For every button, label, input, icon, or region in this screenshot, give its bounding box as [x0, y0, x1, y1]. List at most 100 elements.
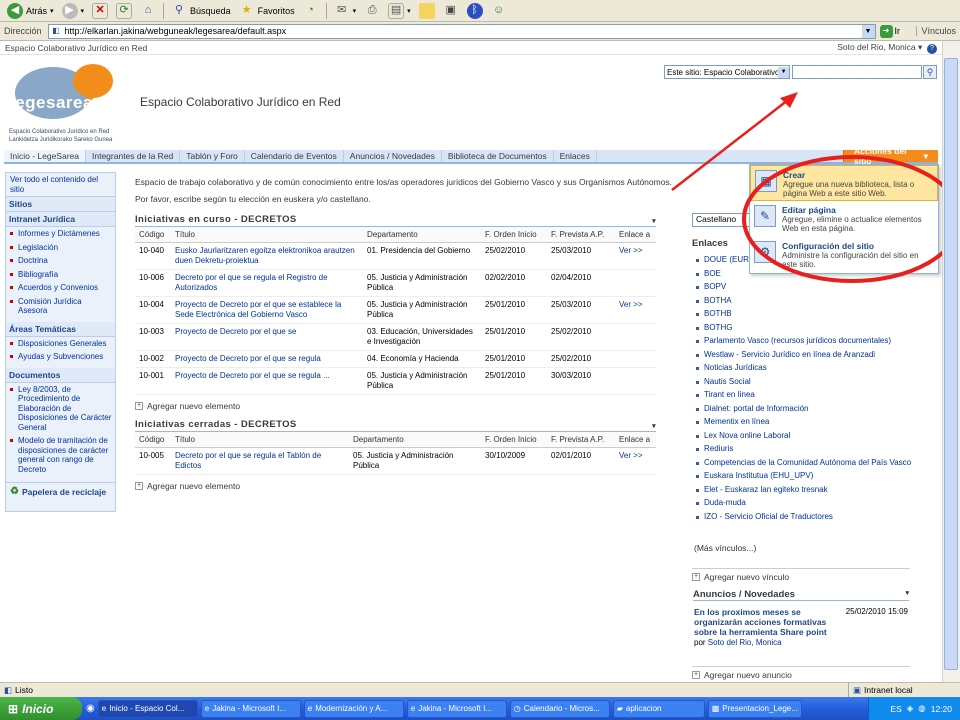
site-actions-button[interactable]: Acciones del sitio ▾	[843, 146, 938, 166]
search-button[interactable]: ⚲ Búsqueda	[168, 1, 234, 20]
webpart-menu-icon[interactable]: ▾	[905, 589, 909, 600]
recycle-bin-link[interactable]: ♻ Papelera de reciclaje	[6, 482, 115, 500]
more-links[interactable]: (Más vínculos...)	[694, 543, 756, 553]
list-item[interactable]: Tirant en línea	[693, 390, 913, 400]
menu-item-edit-page[interactable]: ✎ Editar página Agregue, elimine o actual…	[750, 201, 938, 237]
stop-button[interactable]: ✕	[89, 1, 111, 20]
nav-item-informes[interactable]: Informes y Dictámenes	[6, 227, 115, 241]
taskbar-item[interactable]: ◷ Calendario - Micros...	[509, 699, 610, 718]
nav-item-comision[interactable]: Comisión Jurídica Asesora	[6, 295, 115, 318]
list-item[interactable]: BOPV	[693, 282, 913, 292]
site-breadcrumb[interactable]: Espacio Colaborativo Jurídico en Red	[5, 43, 147, 53]
start-button[interactable]: ⊞ Inicio	[0, 697, 82, 720]
webpart-menu-icon[interactable]: ▾	[652, 217, 656, 225]
list-item[interactable]: Dialnet: portal de Información	[693, 404, 913, 414]
folder-button[interactable]	[416, 1, 438, 20]
list-item[interactable]: Lex Nova online Laboral	[693, 431, 913, 441]
quicklaunch-icon[interactable]: ◉	[86, 703, 95, 714]
tab-inicio[interactable]: Inicio - LegeSarea	[4, 150, 86, 162]
list-item[interactable]: Westlaw - Servicio Jurídico en línea de …	[693, 350, 913, 360]
column-header[interactable]: Departamento	[349, 432, 481, 448]
sites-heading[interactable]: Sitios	[6, 197, 115, 212]
nav-item-ley[interactable]: Ley 8/2003, de Procedimiento de Elaborac…	[6, 383, 115, 435]
view-all-content-link[interactable]: Ver todo el contenido del sitio	[6, 173, 115, 197]
taskbar-item[interactable]: e Modernización y A...	[303, 699, 404, 718]
tab-enlaces[interactable]: Enlaces	[554, 150, 597, 162]
nav-item-legislacion[interactable]: Legislación	[6, 241, 115, 255]
links-label[interactable]: Vínculos	[916, 26, 960, 36]
taskbar-item[interactable]: e Jakina - Microsoft I...	[200, 699, 301, 718]
column-header[interactable]: Código	[135, 227, 171, 243]
home-button[interactable]: ⌂	[137, 1, 159, 20]
print-button[interactable]: ⎙	[361, 1, 383, 20]
webpart-title[interactable]: Iniciativas en curso - DECRETOS	[135, 214, 297, 225]
list-item[interactable]: Euskara Institutua (EHU_UPV)	[693, 471, 913, 481]
column-header[interactable]: Título	[171, 432, 349, 448]
history-button[interactable]: ◔	[300, 1, 322, 20]
search-scope-select[interactable]: Este sitio: Espacio Colaborativo ▼	[664, 65, 790, 79]
tab-calendario[interactable]: Calendario de Eventos	[245, 150, 344, 162]
webpart-menu-icon[interactable]: ▾	[652, 422, 656, 430]
language-select[interactable]: Castellano	[692, 213, 750, 227]
column-header[interactable]: Departamento	[363, 227, 481, 243]
search-go-button[interactable]: ⚲	[923, 65, 937, 79]
nav-item-ayudas[interactable]: Ayudas y Subvenciones	[6, 350, 115, 364]
webpart-title[interactable]: Iniciativas cerradas - DECRETOS	[135, 419, 297, 430]
refresh-button[interactable]: ⟳	[113, 1, 135, 20]
tray-icon[interactable]: ◍	[918, 703, 925, 714]
add-announcement[interactable]: + Agregar nuevo anuncio	[692, 666, 910, 680]
list-item[interactable]: IZO - Servicio Oficial de Traductores	[693, 512, 913, 522]
intranet-heading[interactable]: Intranet Jurídica	[6, 212, 115, 227]
list-item[interactable]: BOTHB	[693, 309, 913, 319]
edit-button[interactable]: ▤ ▾	[385, 1, 414, 20]
list-item[interactable]: Duda-muda	[693, 498, 913, 508]
favorites-button[interactable]: ★ Favoritos	[236, 1, 298, 20]
taskbar-item[interactable]: e Inicio - Espacio Col...	[97, 699, 198, 718]
menu-item-create[interactable]: ▦ Crear Agregue una nueva biblioteca, lis…	[750, 165, 938, 201]
nav-item-doctrina[interactable]: Doctrina	[6, 254, 115, 268]
list-item[interactable]: BOTHG	[693, 323, 913, 333]
tab-biblioteca[interactable]: Biblioteca de Documentos	[442, 150, 554, 162]
list-item[interactable]: Noticias Jurídicas	[693, 363, 913, 373]
add-item-link[interactable]: + Agregar nuevo elemento	[135, 481, 656, 491]
research-button[interactable]: ▣	[440, 1, 462, 20]
nav-item-modelo[interactable]: Modelo de tramitación de disposiciones d…	[6, 434, 115, 476]
messenger-button[interactable]: ☺	[488, 1, 510, 20]
url-input[interactable]: ◧ http://elkarlan.jakina/webguneak/leges…	[47, 23, 876, 39]
column-header[interactable]: F. Prevista A.P.	[547, 227, 615, 243]
column-header[interactable]: Enlace a	[615, 227, 656, 243]
taskbar-item[interactable]: ▰ aplicacion	[612, 699, 705, 718]
mail-button[interactable]: ✉ ▾	[331, 1, 360, 20]
column-header[interactable]: F. Prevista A.P.	[547, 432, 615, 448]
column-header[interactable]: Código	[135, 432, 171, 448]
column-header[interactable]: Enlace a	[615, 432, 656, 448]
forward-button[interactable]: ▶ ▾	[59, 1, 88, 20]
add-link[interactable]: + Agregar nuevo vínculo	[692, 568, 910, 582]
list-item[interactable]: Competencias de la Comunidad Autónoma de…	[693, 458, 913, 468]
back-button[interactable]: ◀ Atrás ▾	[4, 1, 57, 20]
column-header[interactable]: F. Orden Inicio	[481, 432, 547, 448]
user-menu[interactable]: Soto del Rio, Monica ▾ ?	[837, 42, 937, 54]
nav-item-acuerdos[interactable]: Acuerdos y Convenios	[6, 281, 115, 295]
tab-integrantes[interactable]: Integrantes de la Red	[86, 150, 181, 162]
menu-item-site-settings[interactable]: ⚙ Configuración del sitio Administre la c…	[750, 237, 938, 273]
column-header[interactable]: Título	[171, 227, 363, 243]
list-item[interactable]: Mementix en línea	[693, 417, 913, 427]
search-input[interactable]	[792, 65, 922, 79]
language-indicator[interactable]: ES	[890, 704, 901, 714]
nav-item-bibliografia[interactable]: Bibliografía	[6, 268, 115, 282]
site-logo[interactable]: legesarea Espacio Colaborativo Jurídico …	[8, 63, 128, 148]
announcement-title[interactable]: En los proximos meses se organizarán acc…	[694, 607, 836, 637]
scrollbar-thumb[interactable]	[944, 58, 958, 670]
list-item[interactable]: Parlamento Vasco (recursos jurídicos doc…	[693, 336, 913, 346]
add-item-link[interactable]: + Agregar nuevo elemento	[135, 401, 656, 411]
go-button[interactable]: ➜ Ir	[879, 24, 900, 38]
tray-icon[interactable]: ◈	[907, 703, 914, 714]
tab-anuncios[interactable]: Anuncios / Novedades	[344, 150, 442, 162]
dropdown-arrow-icon[interactable]: ▼	[861, 24, 875, 38]
list-item[interactable]: BOTHA	[693, 296, 913, 306]
help-icon[interactable]: ?	[927, 43, 937, 54]
documentos-heading[interactable]: Documentos	[6, 367, 115, 383]
list-item[interactable]: Rediuris	[693, 444, 913, 454]
nav-item-disposiciones[interactable]: Disposiciones Generales	[6, 337, 115, 351]
